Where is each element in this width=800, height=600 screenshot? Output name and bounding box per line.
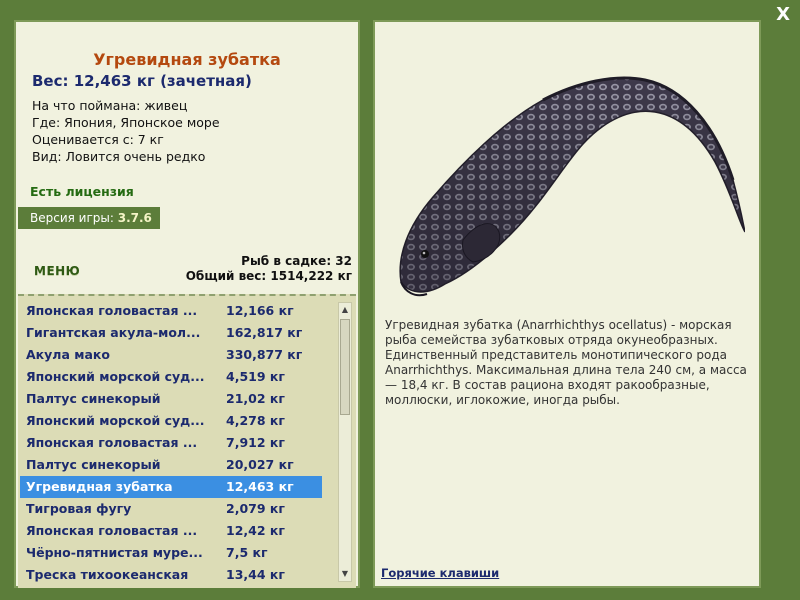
fish-weight: Вес: 12,463 кг (зачетная) <box>32 72 252 90</box>
catch-fish-name: Японский морской суд... <box>26 369 205 384</box>
keepnet-count: Рыб в садке: 32 <box>241 254 352 268</box>
caught-with: На что поймана: живец <box>32 98 188 113</box>
rated-from: Оценивается с: 7 кг <box>32 132 164 147</box>
fish-detail-panel: Угревидная зубатка (Anarrhichthys ocella… <box>373 20 761 588</box>
catch-list-row[interactable]: Японский морской суд... 4,278 кг <box>20 410 322 432</box>
catch-fish-name: Тигровая фугу <box>26 501 132 516</box>
catch-fish-name: Чёрно-пятнистая муре... <box>26 545 203 560</box>
catch-fish-name: Японская головастая ... <box>26 523 198 538</box>
catch-list-row[interactable]: Палтус синекорый 21,02 кг <box>20 388 322 410</box>
catch-fish-name: Японский морской суд... <box>26 413 205 428</box>
catch-list-row[interactable]: Японская головастая ... 12,166 кг <box>20 300 322 322</box>
version-label: Версия игры: <box>30 211 118 225</box>
catch-list-row[interactable]: Чёрно-пятнистая муре... 7,5 кг <box>20 542 322 564</box>
version-value: 3.7.6 <box>117 211 152 225</box>
catch-fish-name: Гигантская акула-мол... <box>26 325 201 340</box>
catch-fish-weight: 12,42 кг <box>226 523 285 538</box>
catch-fish-name: Японская головастая ... <box>26 303 198 318</box>
catch-list-container: Японская головастая ... 12,166 кг Гигантск… <box>18 294 356 588</box>
scrollbar[interactable]: ▲ ▼ <box>338 302 352 582</box>
caught-where: Где: Япония, Японское море <box>32 115 220 130</box>
catch-fish-weight: 2,079 кг <box>226 501 285 516</box>
catch-fish-weight: 7,5 кг <box>226 545 268 560</box>
catch-fish-name: Палтус синекорый <box>26 457 161 472</box>
catch-fish-name: Угревидная зубатка <box>26 479 173 494</box>
catch-fish-weight: 4,278 кг <box>226 413 285 428</box>
catch-list-row[interactable]: Палтус синекорый 20,027 кг <box>20 454 322 476</box>
catch-list-row[interactable]: Треска тихоокеанская 13,44 кг <box>20 564 322 586</box>
scroll-down-arrow-icon[interactable]: ▼ <box>339 567 351 581</box>
catch-list-row[interactable]: Акула мако 330,877 кг <box>20 344 322 366</box>
catch-fish-name: Акула мако <box>26 347 110 362</box>
species-rarity: Вид: Ловится очень редко <box>32 149 206 164</box>
catch-list-row[interactable]: Тигровая фугу 2,079 кг <box>20 498 322 520</box>
catch-fish-name: Треска тихоокеанская <box>26 567 189 582</box>
version-bar: Версия игры: 3.7.6 <box>18 207 160 229</box>
fish-name: Угревидная зубатка <box>93 50 281 69</box>
fish-description: Угревидная зубатка (Anarrhichthys ocella… <box>385 318 747 407</box>
catch-fish-weight: 4,519 кг <box>226 369 285 384</box>
catch-fish-weight: 162,817 кг <box>226 325 303 340</box>
keepnet-summary: Рыб в садке: 32 Общий вес: 1514,222 кг <box>186 254 352 284</box>
catch-fish-weight: 12,463 кг <box>226 479 294 494</box>
catch-fish-weight: 12,166 кг <box>226 303 294 318</box>
catch-list-row[interactable]: Японская головастая ... 12,42 кг <box>20 520 322 542</box>
catch-list: Японская головастая ... 12,166 кг Гигантск… <box>20 300 322 586</box>
catch-fish-weight: 20,027 кг <box>226 457 294 472</box>
catch-list-row[interactable]: Японский морской суд... 4,519 кг <box>20 366 322 388</box>
wolf-eel-image <box>399 76 745 297</box>
catch-fish-weight: 330,877 кг <box>226 347 303 362</box>
catch-fish-name: Японская головастая ... <box>26 435 198 450</box>
scroll-thumb[interactable] <box>340 319 350 415</box>
fish-info-panel: Угревидная зубатка Вес: 12,463 кг (зачет… <box>14 20 360 588</box>
catch-fish-weight: 13,44 кг <box>226 567 285 582</box>
catch-fish-name: Палтус синекорый <box>26 391 161 406</box>
catch-list-row[interactable]: Японская головастая ... 7,912 кг <box>20 432 322 454</box>
catch-list-row[interactable]: Угревидная зубатка 12,463 кг <box>20 476 322 498</box>
catch-fish-weight: 21,02 кг <box>226 391 285 406</box>
close-button[interactable]: X <box>776 4 790 26</box>
license-status: Есть лицензия <box>30 184 134 199</box>
scroll-up-arrow-icon[interactable]: ▲ <box>339 303 351 317</box>
fish-details: На что поймана: живец Где: Япония, Японс… <box>32 97 220 165</box>
catch-fish-weight: 7,912 кг <box>226 435 285 450</box>
keepnet-total-weight: Общий вес: 1514,222 кг <box>185 269 352 283</box>
catch-list-row[interactable]: Гигантская акула-мол... 162,817 кг <box>20 322 322 344</box>
hotkeys-link[interactable]: Горячие клавиши <box>381 566 499 580</box>
menu-button[interactable]: МЕНЮ <box>34 264 80 278</box>
